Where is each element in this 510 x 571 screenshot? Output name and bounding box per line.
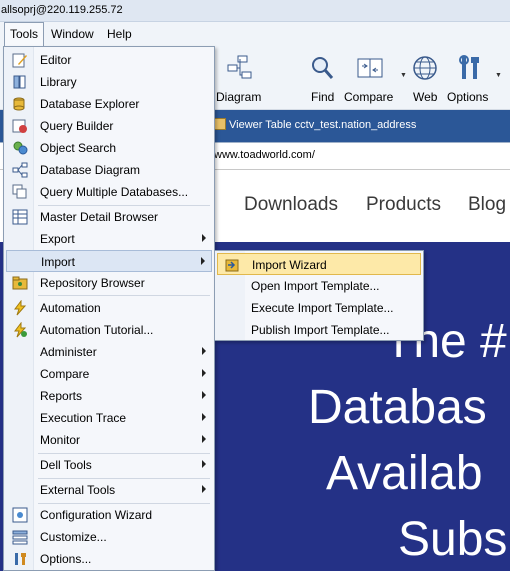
tab-viewer-table[interactable]: Viewer Table cctv_test.nation_address <box>214 118 416 136</box>
menu-item-compare[interactable]: Compare <box>6 363 212 385</box>
hero-line-4: Subs <box>398 513 508 566</box>
menu-item-reports[interactable]: Reports <box>6 385 212 407</box>
submenu-arrow-icon <box>202 435 206 443</box>
menu-item-object-search[interactable]: Object Search <box>6 137 212 159</box>
menu-item-database-diagram[interactable]: Database Diagram <box>6 159 212 181</box>
configuration-wizard-icon <box>12 507 28 523</box>
nav-link-downloads[interactable]: Downloads <box>244 194 338 216</box>
automation-tutorial-icon <box>14 322 27 338</box>
submenu-arrow-icon <box>202 369 206 377</box>
globe-icon <box>413 56 437 80</box>
menu-item-open-import-template[interactable]: Open Import Template... <box>217 275 421 297</box>
menu-item-dell-tools[interactable]: Dell Tools <box>6 454 212 476</box>
web-button[interactable]: Web <box>410 50 440 104</box>
menu-help[interactable]: Help <box>102 22 137 46</box>
submenu-arrow-icon <box>202 460 206 468</box>
menu-item-export[interactable]: Export <box>6 228 212 250</box>
url-text: www.toadworld.com/ <box>214 149 315 161</box>
compare-icon <box>357 58 383 78</box>
find-button[interactable]: Find <box>308 50 336 104</box>
menu-item-automation[interactable]: Automation <box>6 297 212 319</box>
query-builder-icon <box>12 119 27 133</box>
table-icon <box>214 118 226 130</box>
submenu-arrow-icon <box>202 485 206 493</box>
library-icon <box>13 75 26 89</box>
options-label: Options <box>447 90 489 104</box>
automation-icon <box>14 300 27 316</box>
title-bar: allsoprj@220.119.255.72 <box>0 0 510 22</box>
menu-item-library[interactable]: Library <box>6 71 212 93</box>
customize-icon <box>12 530 28 545</box>
menu-item-import-wizard[interactable]: Import Wizard <box>217 253 421 275</box>
menu-item-query-builder[interactable]: Query Builder <box>6 115 212 137</box>
menu-item-monitor[interactable]: Monitor <box>6 429 212 451</box>
menu-bar: Tools Window Help <box>0 22 510 47</box>
submenu-arrow-icon <box>201 257 205 265</box>
menu-item-master-detail-browser[interactable]: Master Detail Browser <box>6 206 212 228</box>
database-diagram-icon <box>12 162 28 178</box>
menu-window[interactable]: Window <box>46 22 99 46</box>
master-detail-icon <box>12 209 28 225</box>
import-wizard-icon <box>225 259 239 272</box>
diagram-label: Diagram <box>216 90 262 104</box>
tools-menu: Editor Library Database Explorer Query B… <box>3 46 215 571</box>
repository-icon <box>12 276 28 290</box>
diagram-icon <box>227 55 252 79</box>
menu-item-external-tools[interactable]: External Tools <box>6 479 212 501</box>
nav-link-products[interactable]: Products <box>366 194 441 216</box>
query-multiple-icon <box>12 184 27 199</box>
compare-label: Compare <box>344 90 394 104</box>
compare-button[interactable]: ▼ Compare <box>344 50 407 104</box>
editor-icon <box>12 53 27 68</box>
find-icon <box>312 57 334 79</box>
menu-item-execution-trace[interactable]: Execution Trace <box>6 407 212 429</box>
menu-item-editor[interactable]: Editor <box>6 49 212 71</box>
nav-link-blog[interactable]: Blog <box>468 194 506 216</box>
web-label: Web <box>413 90 438 104</box>
menu-item-import[interactable]: Import <box>6 250 212 272</box>
object-search-icon <box>13 141 28 155</box>
menu-item-database-explorer[interactable]: Database Explorer <box>6 93 212 115</box>
menu-item-automation-tutorial[interactable]: Automation Tutorial... <box>6 319 212 341</box>
submenu-arrow-icon <box>202 413 206 421</box>
submenu-arrow-icon <box>202 347 206 355</box>
find-label: Find <box>311 90 335 104</box>
menu-item-query-multiple-databases[interactable]: Query Multiple Databases... <box>6 181 212 203</box>
import-submenu: Import Wizard Open Import Template... Ex… <box>214 250 424 341</box>
options-icon <box>15 553 26 565</box>
window-title: allsoprj@220.119.255.72 <box>1 4 123 16</box>
menu-item-options[interactable]: Options... <box>6 548 212 570</box>
menu-item-repository-browser[interactable]: Repository Browser <box>6 272 212 294</box>
menu-item-execute-import-template[interactable]: Execute Import Template... <box>217 297 421 319</box>
menu-tools[interactable]: Tools <box>4 22 45 47</box>
options-button[interactable]: ▼ Options <box>447 50 502 104</box>
tools-icon <box>459 55 479 79</box>
tab-label: Viewer Table cctv_test.nation_address <box>229 119 417 131</box>
database-explorer-icon <box>13 97 25 111</box>
menu-item-administer[interactable]: Administer <box>6 341 212 363</box>
menu-item-publish-import-template[interactable]: Publish Import Template... <box>217 319 421 341</box>
diagram-button[interactable]: Diagram <box>216 50 264 104</box>
hero-line-2: Databas <box>308 381 487 434</box>
submenu-arrow-icon <box>202 234 206 242</box>
hero-line-3: Availab <box>326 447 483 500</box>
menu-item-customize[interactable]: Customize... <box>6 526 212 548</box>
menu-item-configuration-wizard[interactable]: Configuration Wizard <box>6 504 212 526</box>
submenu-arrow-icon <box>202 391 206 399</box>
